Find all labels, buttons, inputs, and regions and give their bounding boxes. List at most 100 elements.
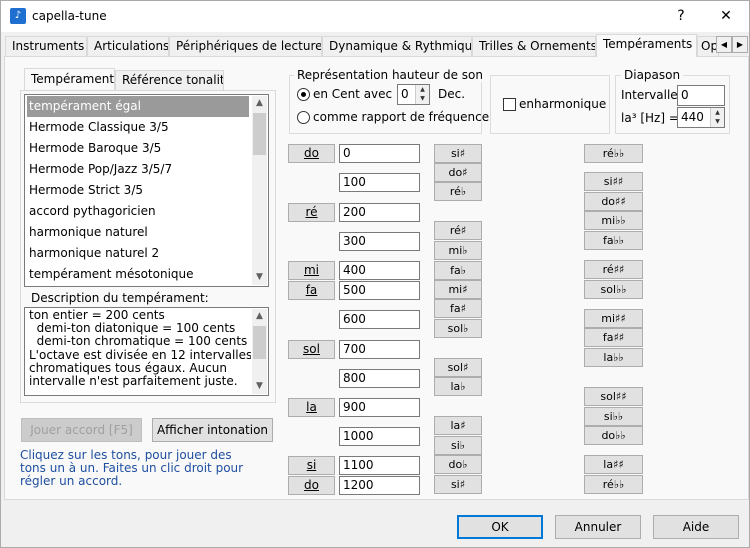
enharmonic-button[interactable]: si♭♭ [584, 407, 643, 426]
cent-field[interactable]: 800 [339, 369, 420, 388]
decimals-value: 0 [401, 87, 409, 101]
enharmonic-button[interactable]: sol♯♯ [584, 387, 643, 406]
enharmonic-button[interactable]: fa♯ [434, 299, 482, 318]
cent-field[interactable]: 500 [339, 281, 420, 300]
ok-button[interactable]: OK [457, 515, 543, 539]
cent-field[interactable]: 1100 [339, 456, 420, 475]
enharmonic-button[interactable]: ré♭♭ [584, 475, 643, 494]
description-scrollbar[interactable]: ▲ ▼ [252, 309, 267, 394]
enharmonic-button[interactable]: si♯ [434, 475, 482, 494]
enharmonic-button[interactable]: mi♯ [434, 280, 482, 299]
enharmonic-button[interactable]: do♯♯ [584, 192, 643, 211]
note-label: do [304, 478, 319, 492]
representation-label: Représentation hauteur de son [294, 68, 486, 82]
enharmonic-button[interactable]: la♯ [434, 416, 482, 435]
tab-instruments[interactable]: Instruments [5, 36, 87, 56]
tab-scroll-right-icon[interactable]: ▶ [732, 36, 748, 53]
tab-dynamics[interactable]: Dynamique & Rythmique [322, 36, 472, 56]
cent-field[interactable]: 200 [339, 203, 420, 222]
enharmonic-button[interactable]: do♯ [434, 163, 482, 182]
enharmonic-button[interactable]: sol♭♭ [584, 280, 643, 299]
tab-temperaments[interactable]: Tempéraments [596, 34, 697, 57]
enharmonic-button[interactable]: ré♯♯ [584, 260, 643, 279]
ratio-radio[interactable] [297, 111, 310, 124]
interval-field[interactable]: 0 [677, 85, 725, 106]
list-item[interactable]: Hermode Strict 3/5 [27, 180, 249, 201]
enharmonic-button[interactable]: do♭♭ [584, 426, 643, 445]
note-button-re[interactable]: ré [288, 203, 335, 222]
la-hz-stepper[interactable]: 440 ▲ ▼ [677, 107, 725, 128]
tab-playback-devices[interactable]: Périphériques de lecture [169, 36, 322, 56]
enharmonic-button[interactable]: mi♭ [434, 241, 482, 260]
cent-field[interactable]: 600 [339, 310, 420, 329]
enharmonic-button[interactable]: mi♯♯ [584, 309, 643, 328]
note-button-fa[interactable]: fa [288, 281, 335, 300]
enharmonic-button[interactable]: fa♭ [434, 261, 482, 280]
enharmonic-button[interactable]: si♯ [434, 144, 482, 163]
cent-field[interactable]: 1200 [339, 476, 420, 495]
temperament-list[interactable]: tempérament égal Hermode Classique 3/5 H… [24, 94, 269, 287]
list-item[interactable]: harmonique naturel 2 [27, 243, 249, 264]
list-item[interactable]: accord pythagoricien [27, 201, 249, 222]
subtab-key-reference[interactable]: Référence tonalité [115, 70, 224, 90]
cent-field[interactable]: 300 [339, 232, 420, 251]
spin-down-icon[interactable]: ▼ [415, 94, 429, 104]
enharmonic-button[interactable]: do♭ [434, 455, 482, 474]
scroll-down-icon[interactable]: ▼ [252, 270, 267, 285]
enharmonic-button[interactable]: ré♭♭ [584, 144, 643, 163]
list-item[interactable]: harmonique naturel [27, 222, 249, 243]
cent-field[interactable]: 400 [339, 261, 420, 280]
spin-up-icon[interactable]: ▲ [415, 85, 429, 94]
enharmonic-button[interactable]: la♯♯ [584, 455, 643, 474]
spin-down-icon[interactable]: ▼ [710, 117, 724, 127]
enharmonic-button[interactable]: mi♭♭ [584, 211, 643, 230]
spin-up-icon[interactable]: ▲ [710, 108, 724, 117]
list-item[interactable]: Hermode Pop/Jazz 3/5/7 [27, 159, 249, 180]
description-box[interactable]: ton entier = 200 cents demi-ton diatoniq… [24, 307, 269, 396]
cent-field[interactable]: 100 [339, 173, 420, 192]
close-icon[interactable]: ✕ [706, 1, 746, 32]
cents-radio[interactable] [297, 88, 310, 101]
enharmonic-button[interactable]: sol♯ [434, 358, 482, 377]
list-item[interactable]: Hermode Classique 3/5 [27, 117, 249, 138]
note-button-do-octave[interactable]: do [288, 476, 335, 495]
scroll-up-icon[interactable]: ▲ [252, 309, 267, 324]
note-button-sol[interactable]: sol [288, 340, 335, 359]
note-button-si[interactable]: si [288, 456, 335, 475]
enharmonic-button[interactable]: sol♭ [434, 319, 482, 338]
scroll-thumb[interactable] [253, 113, 266, 155]
enharmonic-button[interactable]: si♯♯ [584, 172, 643, 191]
note-button-do[interactable]: do [288, 144, 335, 163]
decimals-stepper[interactable]: 0 ▲ ▼ [397, 84, 430, 105]
enharmonic-button[interactable]: la♭ [434, 377, 482, 396]
list-item[interactable]: tempérament mésotonique [27, 264, 249, 285]
note-button-la[interactable]: la [288, 398, 335, 417]
scroll-down-icon[interactable]: ▼ [252, 379, 267, 394]
scroll-up-icon[interactable]: ▲ [252, 96, 267, 111]
enharmonic-button[interactable]: fa♭♭ [584, 231, 643, 250]
tab-trills[interactable]: Trilles & Ornements [472, 36, 596, 56]
note-button-mi[interactable]: mi [288, 261, 335, 280]
enharmonic-button[interactable]: si♭ [434, 436, 482, 455]
list-scrollbar[interactable]: ▲ ▼ [252, 96, 267, 285]
tab-scroll-left-icon[interactable]: ◀ [716, 36, 732, 53]
enharmonic-button[interactable]: ré♯ [434, 221, 482, 240]
enharmonic-button[interactable]: la♭♭ [584, 348, 643, 367]
cent-field[interactable]: 700 [339, 340, 420, 359]
help-icon[interactable]: ? [661, 1, 701, 32]
help-button[interactable]: Aide [653, 515, 739, 539]
list-item[interactable]: Hermode Baroque 3/5 [27, 138, 249, 159]
scroll-thumb[interactable] [253, 326, 266, 359]
cent-field[interactable]: 0 [339, 144, 420, 163]
cancel-button[interactable]: Annuler [555, 515, 641, 539]
enharmonic-checkbox[interactable] [503, 98, 516, 111]
cent-field[interactable]: 1000 [339, 427, 420, 446]
subtab-temperament[interactable]: Tempérament [24, 68, 115, 90]
list-item[interactable]: tempérament égal [27, 96, 249, 117]
enharmonic-button[interactable]: fa♯♯ [584, 328, 643, 347]
play-chord-button[interactable]: Jouer accord [F5] [21, 418, 142, 442]
cent-field[interactable]: 900 [339, 398, 420, 417]
show-intonation-button[interactable]: Afficher intonation [152, 418, 273, 442]
enharmonic-button[interactable]: ré♭ [434, 182, 482, 201]
tab-articulations[interactable]: Articulations [87, 36, 169, 56]
